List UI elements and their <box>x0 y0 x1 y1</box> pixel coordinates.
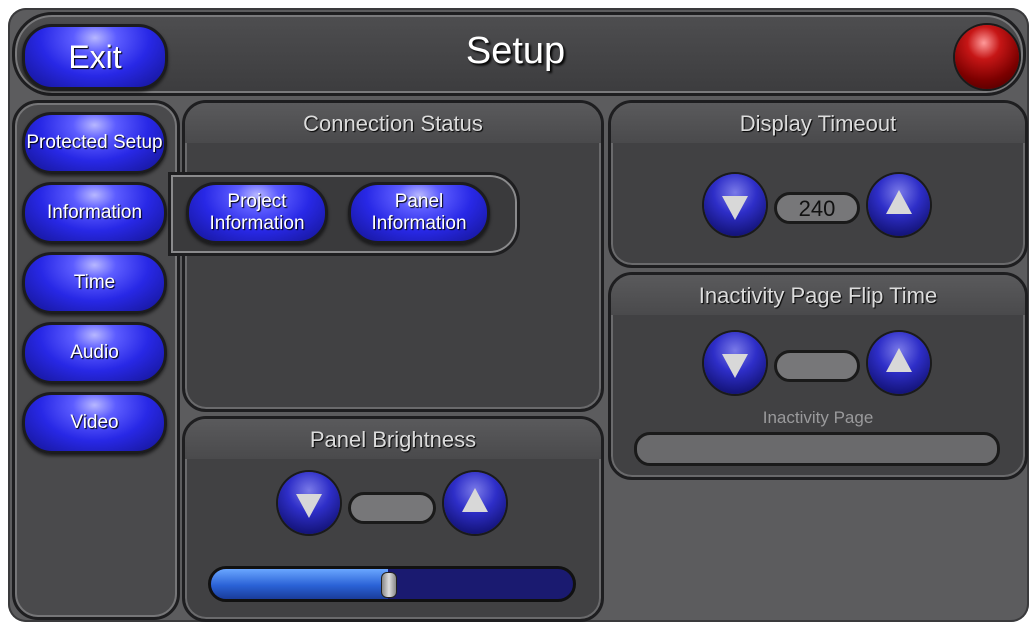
inactivity-value <box>774 350 860 382</box>
arrow-up-icon <box>886 190 912 214</box>
arrow-up-icon <box>462 488 488 512</box>
brightness-slider-fill <box>211 569 389 599</box>
arrow-up-icon <box>886 348 912 372</box>
display-timeout-panel: Display Timeout <box>608 100 1028 268</box>
inactivity-down-button[interactable] <box>704 332 766 394</box>
display-timeout-down-button[interactable] <box>704 174 766 236</box>
brightness-slider[interactable] <box>208 566 576 602</box>
brightness-slider-handle[interactable] <box>381 572 398 598</box>
inactivity-up-button[interactable] <box>868 332 930 394</box>
connection-status-title: Connection Status <box>185 103 601 143</box>
sidebar-item-time[interactable]: Time <box>22 252 167 314</box>
arrow-down-icon <box>722 196 748 220</box>
display-timeout-value: 240 <box>774 192 860 224</box>
inactivity-title: Inactivity Page Flip Time <box>611 275 1025 315</box>
connection-status-panel: Connection Status <box>182 100 604 412</box>
sidebar-item-information[interactable]: Information <box>22 182 167 244</box>
arrow-down-icon <box>296 494 322 518</box>
sidebar-item-audio[interactable]: Audio <box>22 322 167 384</box>
brightness-down-button[interactable] <box>278 472 340 534</box>
panel-information-button[interactable]: Panel Information <box>348 182 490 244</box>
status-light-icon <box>955 25 1019 89</box>
panel-brightness-title: Panel Brightness <box>185 419 601 459</box>
inactivity-page-field[interactable] <box>634 432 1000 466</box>
sidebar-item-protected-setup[interactable]: Protected Setup <box>22 112 167 174</box>
brightness-value <box>348 492 436 524</box>
display-timeout-title: Display Timeout <box>611 103 1025 143</box>
exit-button[interactable]: Exit <box>22 24 168 90</box>
sidebar-item-video[interactable]: Video <box>22 392 167 454</box>
brightness-up-button[interactable] <box>444 472 506 534</box>
project-information-button[interactable]: Project Information <box>186 182 328 244</box>
inactivity-page-label: Inactivity Page <box>762 408 874 427</box>
arrow-down-icon <box>722 354 748 378</box>
display-timeout-up-button[interactable] <box>868 174 930 236</box>
